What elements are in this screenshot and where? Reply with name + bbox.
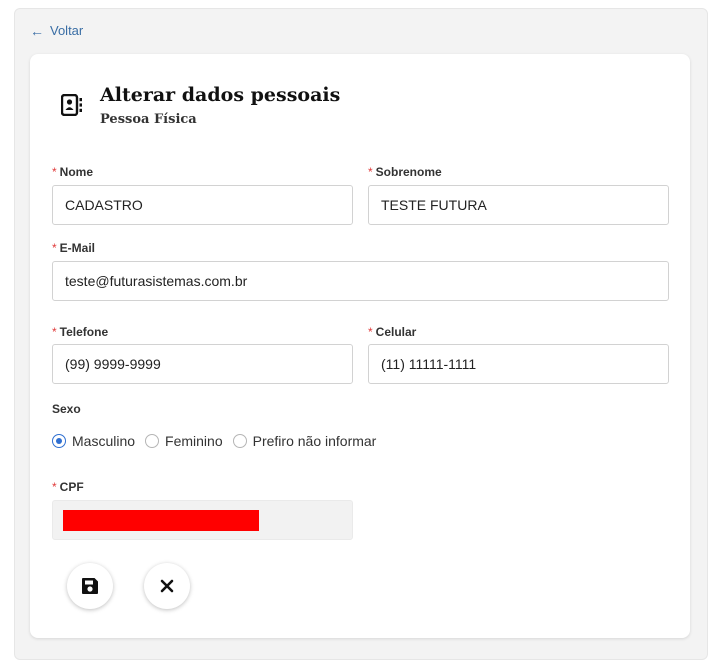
radio-masculino[interactable]: Masculino <box>52 433 135 449</box>
sobrenome-label: * Sobrenome <box>368 165 442 179</box>
radio-button[interactable] <box>52 434 66 448</box>
arrow-left-icon: ← <box>30 22 44 39</box>
radio-button[interactable] <box>145 434 160 448</box>
required-mark: * <box>368 325 373 339</box>
sobrenome-field[interactable] <box>368 185 669 225</box>
celular-field[interactable] <box>368 344 669 384</box>
nome-label: * Nome <box>52 165 94 179</box>
required-mark: * <box>52 165 57 179</box>
email-label: * E-Mail <box>52 241 96 255</box>
radio-feminino[interactable]: Feminino <box>145 433 223 449</box>
email-field[interactable] <box>52 261 669 301</box>
page-title: Alterar dados pessoais <box>100 84 341 106</box>
radio-button[interactable] <box>232 434 247 448</box>
nome-field[interactable] <box>52 185 353 225</box>
required-mark: * <box>52 241 57 255</box>
contact-card-icon <box>61 94 82 116</box>
back-label: Voltar <box>50 23 84 38</box>
back-link[interactable]: ← Voltar <box>30 23 83 38</box>
celular-label: * Celular <box>368 325 417 339</box>
redaction-bar <box>63 510 259 531</box>
telefone-field[interactable] <box>52 344 353 384</box>
required-mark: * <box>52 480 57 494</box>
radio-prefiro-nao-informar[interactable]: Prefiro não informar <box>232 433 376 449</box>
save-button[interactable] <box>67 563 113 609</box>
close-icon <box>160 579 174 593</box>
floppy-disk-icon <box>82 578 98 594</box>
cpf-label: * CPF <box>52 480 84 494</box>
required-mark: * <box>368 165 373 179</box>
page-subtitle: Pessoa Física <box>100 112 197 127</box>
required-mark: * <box>52 325 57 339</box>
cancel-button[interactable] <box>144 563 190 609</box>
sexo-radio-group: Masculino Feminino Prefiro não informar <box>52 433 386 449</box>
sexo-label: Sexo <box>52 402 81 416</box>
telefone-label: * Telefone <box>52 325 109 339</box>
